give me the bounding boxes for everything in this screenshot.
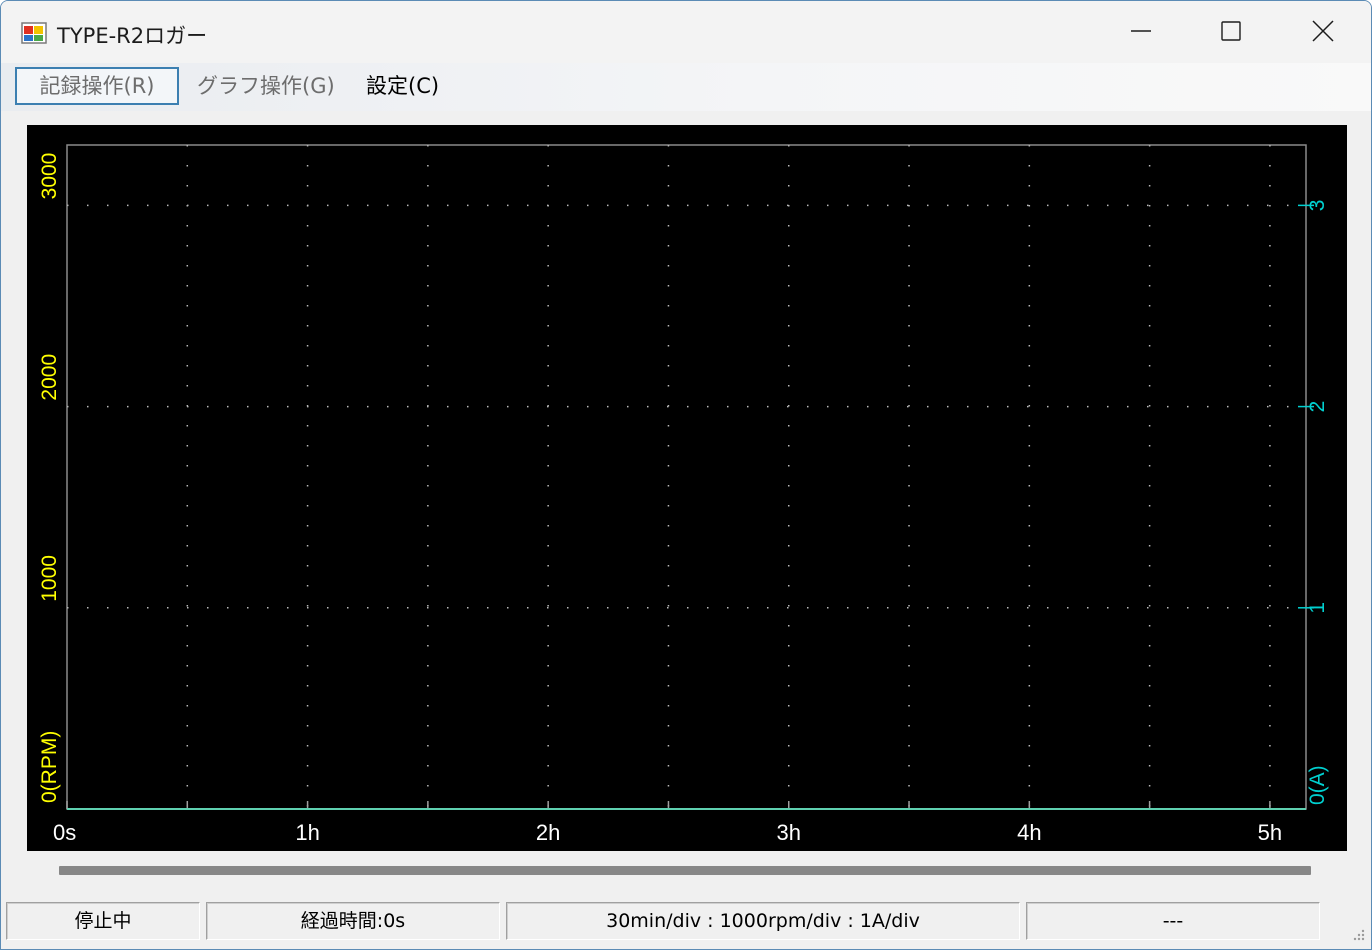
resize-grip-icon[interactable]: [1349, 927, 1365, 943]
x-tick-label: 3h: [777, 820, 801, 845]
maximize-button[interactable]: [1185, 1, 1277, 61]
x-tick-label: 4h: [1017, 820, 1041, 845]
x-tick-label: 0s: [53, 820, 76, 845]
right-axis-label: 0(A): [1306, 765, 1329, 805]
x-tick-label: 5h: [1258, 820, 1282, 845]
right-axis-label: 2: [1306, 401, 1329, 413]
status-state: 停止中: [6, 902, 200, 940]
left-axis-label: 3000: [38, 153, 61, 200]
maximize-icon: [1221, 21, 1241, 41]
close-icon: [1312, 20, 1334, 42]
menu-graph[interactable]: グラフ操作(G): [179, 67, 353, 105]
left-axis-label: 2000: [38, 354, 61, 401]
left-axis-label: 1000: [38, 555, 61, 602]
status-scale: 30min/div : 1000rpm/div : 1A/div: [506, 902, 1020, 940]
horizontal-scrollbar[interactable]: [59, 866, 1311, 875]
title-bar[interactable]: TYPE-R2ロガー: [1, 1, 1371, 63]
chart-svg: 0s 1h 2h 3h 4h 5h 0(RPM) 1000 2000 3000 0(A) 1 2 3: [38, 144, 1329, 845]
right-axis-label: 1: [1306, 602, 1329, 614]
minimize-icon: [1131, 30, 1151, 32]
app-icon: [21, 22, 47, 44]
menu-bar: 記録操作(R) グラフ操作(G) 設定(C): [1, 63, 1371, 111]
right-axis-label: 3: [1306, 200, 1329, 212]
minimize-button[interactable]: [1095, 1, 1187, 61]
window-title: TYPE-R2ロガー: [57, 24, 208, 48]
status-elapsed: 経過時間:0s: [206, 902, 500, 940]
x-tick-label: 2h: [536, 820, 560, 845]
left-axis-label: 0(RPM): [38, 731, 61, 803]
menu-record[interactable]: 記録操作(R): [15, 67, 179, 105]
menu-settings[interactable]: 設定(C): [348, 67, 457, 105]
x-tick-label: 1h: [295, 820, 319, 845]
app-window: TYPE-R2ロガー 記録操作(R) グラフ操作(G) 設定(C) 0s 1h 2h…: [0, 0, 1372, 950]
plot-frame: [66, 144, 1307, 810]
close-button[interactable]: [1277, 1, 1369, 61]
status-extra: ---: [1026, 902, 1320, 940]
chart-area: 0s 1h 2h 3h 4h 5h 0(RPM) 1000 2000 3000 0(A) 1 2 3: [27, 125, 1347, 851]
status-bar: 停止中 経過時間:0s 30min/div : 1000rpm/div : 1A…: [1, 897, 1371, 949]
